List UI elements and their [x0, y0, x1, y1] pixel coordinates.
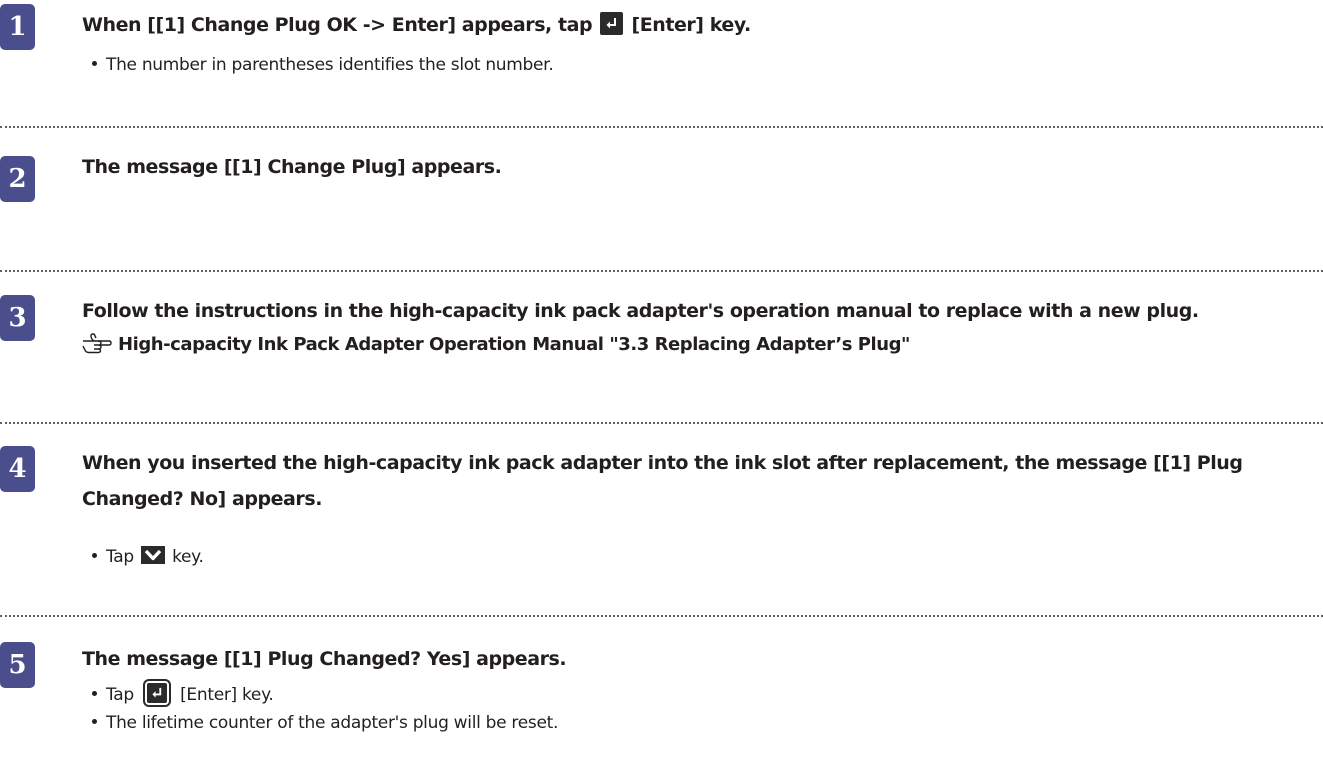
step-number: 1: [8, 12, 27, 42]
step-number-badge: 3: [0, 295, 35, 341]
step-divider: [0, 126, 1323, 128]
bullet-dot: [92, 60, 97, 66]
step-divider: [0, 422, 1323, 424]
manual-reference[interactable]: High-capacity Ink Pack Adapter Operation…: [82, 330, 910, 360]
heading-text-before: When [[1] Change Plug OK -> Enter] appea…: [82, 14, 599, 36]
step-bullet: The number in parentheses identifies the…: [92, 53, 554, 77]
bullet-text: The lifetime counter of the adapter's pl…: [106, 713, 559, 733]
enter-key-icon: [142, 679, 171, 707]
bullet-dot: [92, 690, 97, 696]
heading-text-after: [Enter] key.: [625, 14, 751, 36]
step-number: 5: [8, 650, 27, 680]
enter-key-icon: [600, 12, 624, 35]
down-arrow-key-icon: [140, 546, 165, 564]
step-number: 2: [8, 164, 27, 194]
step-heading: When [[1] Change Plug OK -> Enter] appea…: [82, 8, 751, 42]
bullet-text-after: [Enter] key.: [174, 685, 274, 705]
step-bullet: Tap [Enter] key.: [92, 679, 274, 707]
step-divider: [0, 615, 1323, 617]
step-heading: When you inserted the high-capacity ink …: [82, 452, 1243, 510]
reference-text: High-capacity Ink Pack Adapter Operation…: [118, 334, 910, 355]
step-heading: Follow the instructions in the high-capa…: [82, 300, 1199, 322]
bullet-dot: [92, 718, 97, 724]
bullet-text-before: Tap: [106, 547, 139, 567]
step-divider: [0, 270, 1323, 272]
reference-hand-icon: [82, 332, 112, 354]
step-number-badge: 5: [0, 642, 35, 688]
step-number-badge: 4: [0, 446, 35, 492]
step-number: 4: [8, 454, 27, 484]
step-heading: The message [[1] Plug Changed? Yes] appe…: [82, 648, 567, 670]
bullet-text-after: key.: [166, 547, 204, 567]
step-bullet: Tap key.: [92, 545, 204, 569]
step-number-badge: 1: [0, 4, 35, 50]
step-number: 3: [8, 303, 27, 333]
bullet-text: The number in parentheses identifies the…: [106, 55, 554, 75]
step-number-badge: 2: [0, 156, 35, 202]
step-bullet: The lifetime counter of the adapter's pl…: [92, 711, 558, 735]
step-heading: The message [[1] Change Plug] appears.: [82, 156, 502, 178]
bullet-dot: [92, 552, 97, 558]
bullet-text-before: Tap: [106, 685, 139, 705]
